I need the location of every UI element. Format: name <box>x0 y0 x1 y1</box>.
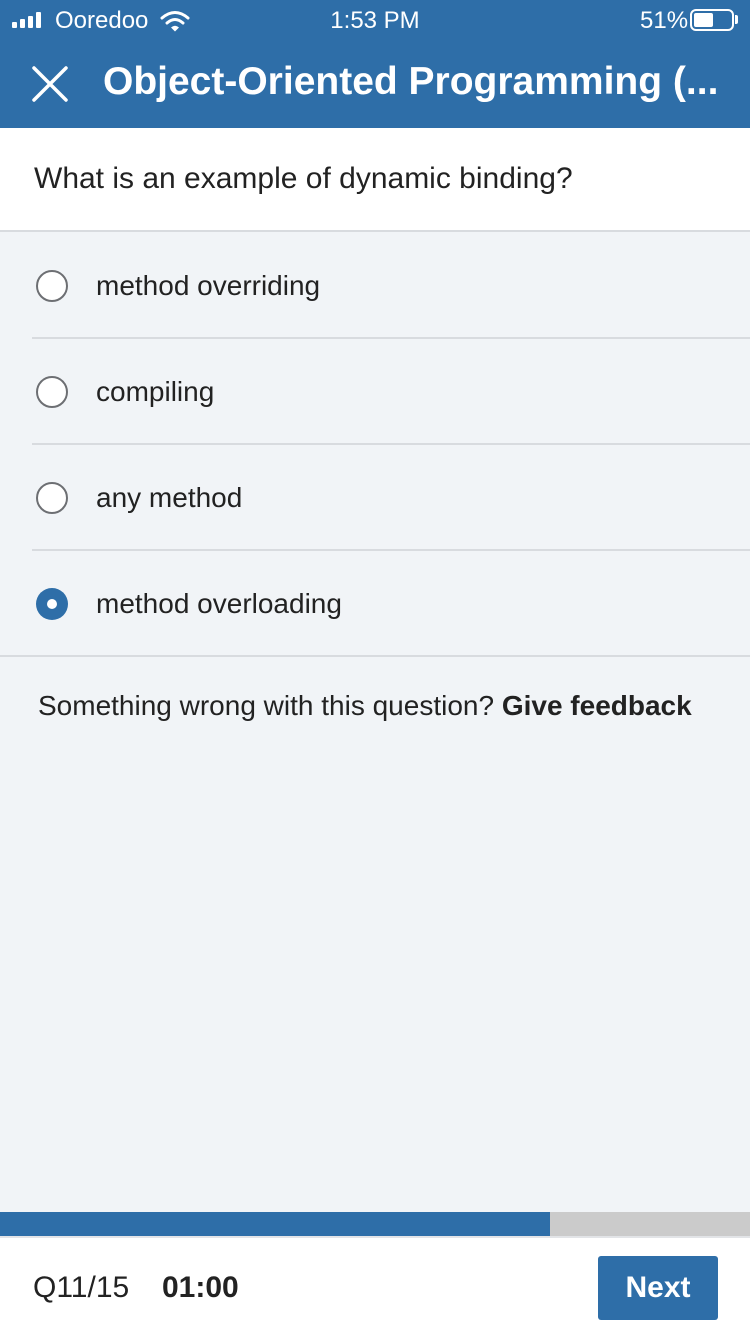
battery-icon <box>690 9 734 31</box>
question-text: What is an example of dynamic binding? <box>34 162 573 195</box>
answer-options: method overriding compiling any method m… <box>0 233 750 657</box>
timer: 01:00 <box>162 1271 239 1304</box>
page-title: Object-Oriented Programming (... <box>103 60 719 103</box>
status-time: 1:53 PM <box>330 7 420 34</box>
radio-button[interactable] <box>36 270 68 302</box>
close-icon[interactable] <box>28 62 72 106</box>
battery-tip <box>735 15 738 24</box>
question-area: What is an example of dynamic binding? <box>0 128 750 232</box>
feedback-line: Something wrong with this question? Give… <box>38 686 692 726</box>
answer-option-label: method overriding <box>96 270 321 301</box>
give-feedback-link[interactable]: Give feedback <box>502 690 692 721</box>
answer-option-label: any method <box>96 482 243 513</box>
answer-option-label: method overloading <box>96 588 342 619</box>
question-counter: Q11/15 <box>33 1271 130 1304</box>
radio-button[interactable] <box>36 482 68 514</box>
answer-option[interactable]: method overriding <box>0 233 750 339</box>
status-bar: Ooredoo 1:53 PM 51% <box>0 0 750 40</box>
radio-button[interactable] <box>36 376 68 408</box>
progress-bar <box>0 1212 750 1236</box>
app-header: Object-Oriented Programming (... <box>0 40 750 128</box>
radio-button[interactable] <box>36 588 68 620</box>
battery-percent: 51% <box>640 7 689 34</box>
answer-option[interactable]: compiling <box>0 339 750 445</box>
answer-option[interactable]: any method <box>0 445 750 551</box>
progress-fill <box>0 1212 550 1236</box>
next-button[interactable]: Next <box>598 1256 718 1320</box>
answer-option-label: compiling <box>96 376 215 407</box>
feedback-prompt: Something wrong with this question? <box>38 690 495 721</box>
divider <box>0 655 750 657</box>
footer: Q11/15 01:00 Next <box>0 1236 750 1334</box>
answer-option[interactable]: method overloading <box>0 551 750 657</box>
